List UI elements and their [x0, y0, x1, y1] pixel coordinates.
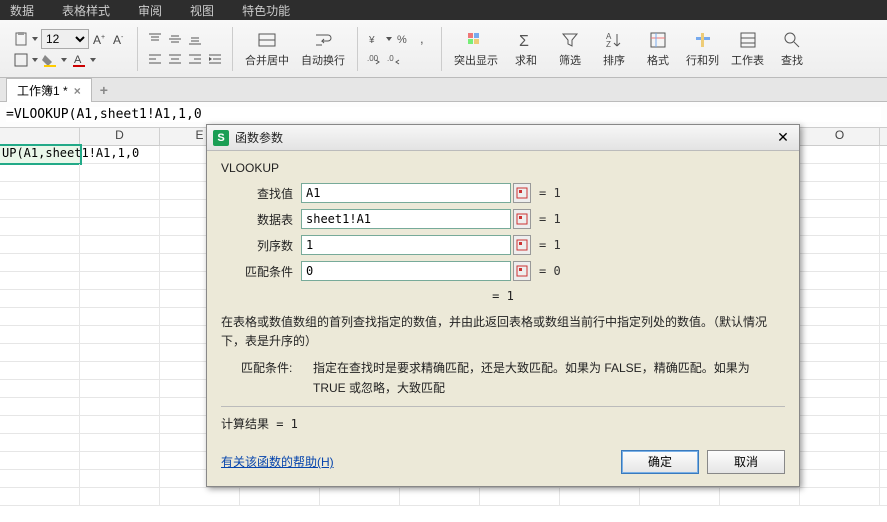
param-result: = 0 [539, 264, 561, 278]
parameter-description: 匹配条件: 指定在查找时是要求精确匹配，还是大致匹配。如果为 FALSE，精确匹… [221, 359, 785, 397]
param-input-lookup-value[interactable] [301, 183, 511, 203]
range-picker-icon[interactable] [513, 261, 531, 281]
param-result: = 1 [539, 186, 561, 200]
param-label: 匹配条件 [221, 263, 301, 280]
param-input-table-array[interactable] [301, 209, 511, 229]
param-input-col-index[interactable] [301, 235, 511, 255]
range-picker-icon[interactable] [513, 235, 531, 255]
calc-result: 计算结果 = 1 [221, 406, 785, 432]
cancel-button[interactable]: 取消 [707, 450, 785, 474]
param-input-range-lookup[interactable] [301, 261, 511, 281]
dialog-titlebar[interactable]: S 函数参数 ✕ [207, 125, 799, 151]
param-row-col-index: 列序数 = 1 [221, 235, 785, 255]
param-label: 列序数 [221, 237, 301, 254]
param-label: 查找值 [221, 185, 301, 202]
function-description: 在表格或数值数组的首列查找指定的数值，并由此返回表格或数组当前行中指定列处的数值… [221, 313, 785, 351]
param-row-range-lookup: 匹配条件 = 0 [221, 261, 785, 281]
function-arguments-dialog: S 函数参数 ✕ VLOOKUP 查找值 = 1 数据表 = 1 列序数 = 1… [206, 124, 800, 487]
param-result: = 1 [539, 212, 561, 226]
param-result: = 1 [539, 238, 561, 252]
param-row-table-array: 数据表 = 1 [221, 209, 785, 229]
ok-button[interactable]: 确定 [621, 450, 699, 474]
overall-result: = 1 [221, 289, 785, 303]
dialog-title: 函数参数 [235, 129, 773, 146]
range-picker-icon[interactable] [513, 209, 531, 229]
param-label: 数据表 [221, 211, 301, 228]
param-row-lookup-value: 查找值 = 1 [221, 183, 785, 203]
function-name: VLOOKUP [221, 161, 785, 175]
dialog-close-button[interactable]: ✕ [773, 129, 793, 147]
range-picker-icon[interactable] [513, 183, 531, 203]
app-icon: S [213, 130, 229, 146]
function-help-link[interactable]: 有关该函数的帮助(H) [221, 453, 334, 470]
